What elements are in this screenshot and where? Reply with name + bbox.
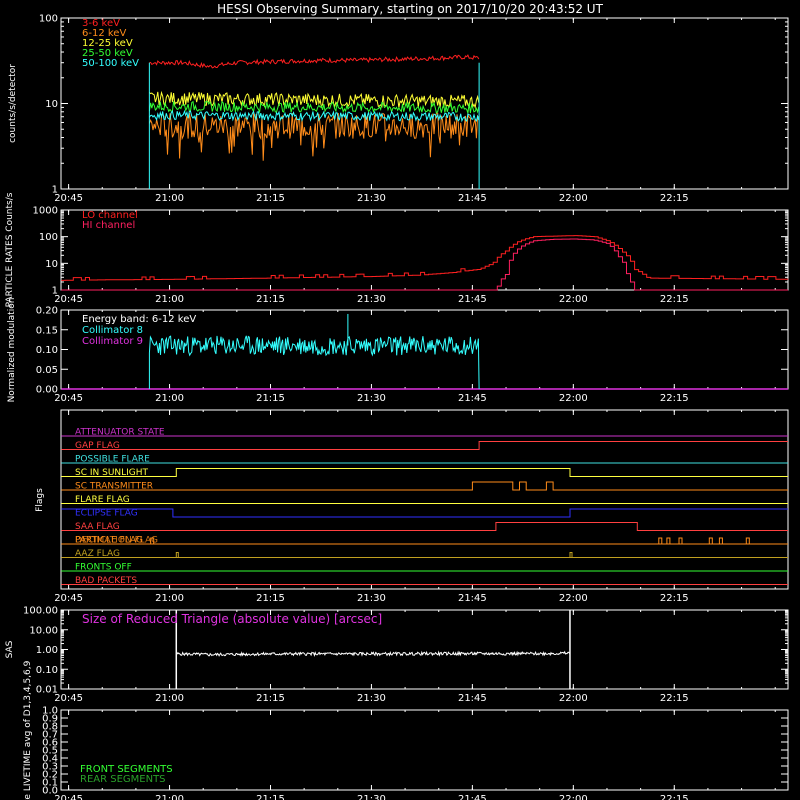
- x-tick-label: 21:00: [155, 294, 184, 305]
- decimation-flag-label: DECIMATION FLAG: [75, 536, 158, 546]
- flag-label: SC TRANSMITTER: [75, 482, 153, 492]
- x-tick-label: 22:00: [559, 593, 588, 604]
- x-tick-label: 21:30: [357, 193, 386, 204]
- x-tick-label: 21:15: [256, 693, 285, 704]
- x-tick-label: 22:00: [559, 693, 588, 704]
- y-axis-label: Normalized modulation: [7, 298, 17, 403]
- x-tick-label: 21:15: [256, 593, 285, 604]
- x-tick-label: 21:15: [256, 393, 285, 404]
- legend-entry: HI channel: [82, 220, 135, 231]
- legend-entry: Collimator 9: [82, 336, 143, 347]
- x-tick-label: 20:45: [54, 294, 83, 305]
- flag-label: POSSIBLE FLARE: [75, 455, 150, 465]
- flag-label: BAD PACKETS: [75, 576, 137, 586]
- x-tick-label: 21:30: [357, 393, 386, 404]
- x-tick-label: 21:45: [458, 393, 487, 404]
- x-tick-label: 21:45: [458, 794, 487, 800]
- x-tick-label: 21:00: [155, 393, 184, 404]
- x-tick-label: 21:15: [256, 294, 285, 305]
- y-tick-label: 0.01: [36, 685, 58, 696]
- hessi-summary-figure: HESSI Observing Summary, starting on 201…: [0, 0, 800, 800]
- flag-label: ATTENUATOR STATE: [75, 428, 165, 438]
- x-tick-label: 22:15: [660, 794, 689, 800]
- y-axis-label: SAS: [5, 640, 15, 658]
- x-tick-label: 22:15: [660, 593, 689, 604]
- flag-label: SAA FLAG: [75, 522, 120, 532]
- x-tick-label: 21:00: [155, 693, 184, 704]
- y-axis-label: PARTICLE RATES Counts/s: [5, 192, 15, 307]
- y-tick-label: 1.0: [42, 706, 58, 717]
- x-tick-label: 21:30: [357, 693, 386, 704]
- flag-label: FLARE FLAG: [75, 495, 130, 505]
- x-tick-label: 22:15: [660, 693, 689, 704]
- y-tick-label: 10: [45, 259, 58, 270]
- x-tick-label: 21:00: [155, 794, 184, 800]
- flag-label: FRONTS OFF: [75, 563, 132, 573]
- x-tick-label: 21:15: [256, 193, 285, 204]
- y-tick-label: 10: [45, 99, 58, 110]
- y-tick-label: 1: [52, 286, 58, 297]
- y-axis-label: counts/s/detector: [8, 64, 18, 143]
- x-tick-label: 21:45: [458, 294, 487, 305]
- flag-label: ECLIPSE FLAG: [75, 509, 138, 519]
- x-tick-label: 21:30: [357, 593, 386, 604]
- flag-label: AAZ FLAG: [75, 549, 120, 559]
- flag-label: GAP FLAG: [75, 441, 120, 451]
- y-tick-label: 0.05: [36, 365, 58, 376]
- x-tick-label: 21:30: [357, 794, 386, 800]
- energy-band-label: Energy band: 6-12 keV: [82, 314, 196, 325]
- y-tick-label: 100: [39, 14, 58, 25]
- x-tick-label: 22:15: [660, 393, 689, 404]
- y-tick-label: 10.00: [29, 625, 58, 636]
- legend-entry: 50-100 keV: [82, 58, 139, 69]
- x-tick-label: 21:00: [155, 593, 184, 604]
- x-tick-label: 20:45: [54, 593, 83, 604]
- y-tick-label: 0.15: [36, 325, 58, 336]
- flag-label: SC IN SUNLIGHT: [75, 468, 149, 478]
- y-tick-label: 1.00: [36, 645, 58, 656]
- y-tick-label: 1000: [33, 206, 58, 217]
- x-tick-label: 22:00: [559, 193, 588, 204]
- y-tick-label: 0.10: [36, 345, 58, 356]
- x-tick-label: 20:45: [54, 693, 83, 704]
- x-tick-label: 21:45: [458, 693, 487, 704]
- x-tick-label: 20:45: [54, 193, 83, 204]
- x-tick-label: 21:15: [256, 794, 285, 800]
- x-tick-label: 20:45: [54, 794, 83, 800]
- legend-entry: REAR SEGMENTS: [80, 774, 166, 785]
- x-tick-label: 22:15: [660, 294, 689, 305]
- x-tick-label: 21:45: [458, 193, 487, 204]
- y-tick-label: 0.20: [36, 306, 58, 317]
- sas-annotation: Size of Reduced Triangle (absolute value…: [82, 612, 382, 626]
- y-tick-label: 100: [39, 232, 58, 243]
- x-tick-label: 22:00: [559, 393, 588, 404]
- y-axis-label: Flags: [35, 488, 45, 512]
- y-tick-label: 100.00: [23, 606, 58, 617]
- y-axis-label: Mon. Rate LIVETIME avg of D1,3,4,5,6,9: [23, 660, 33, 800]
- x-tick-label: 22:15: [660, 193, 689, 204]
- y-tick-label: 0.00: [36, 385, 58, 396]
- x-tick-label: 20:45: [54, 393, 83, 404]
- x-tick-label: 22:00: [559, 794, 588, 800]
- x-tick-label: 21:30: [357, 294, 386, 305]
- y-tick-label: 0.10: [36, 665, 58, 676]
- x-tick-label: 22:00: [559, 294, 588, 305]
- legend-entry: Collimator 8: [82, 325, 143, 336]
- figure-title: HESSI Observing Summary, starting on 201…: [217, 2, 603, 16]
- y-tick-label: 1: [52, 185, 58, 196]
- x-tick-label: 21:45: [458, 593, 487, 604]
- x-tick-label: 21:00: [155, 193, 184, 204]
